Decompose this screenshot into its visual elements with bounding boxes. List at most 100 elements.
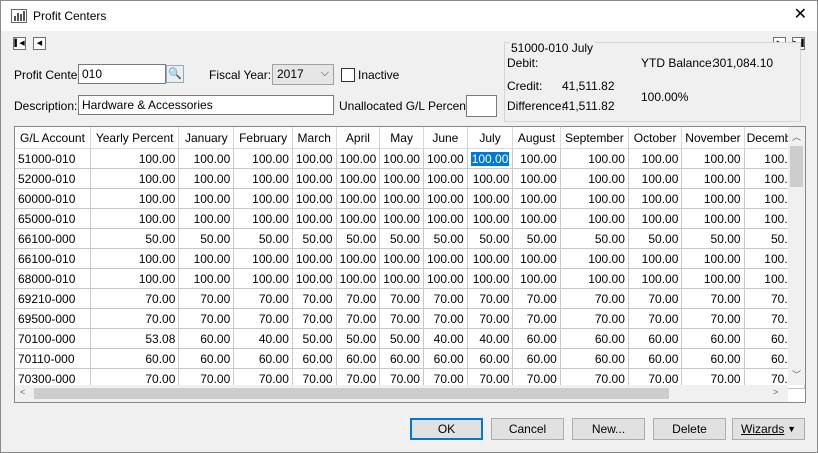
new-button[interactable]: New... <box>572 418 645 440</box>
percent-cell[interactable]: 50.00 <box>336 328 381 349</box>
table-row[interactable]: 66100-010 100.00 100.00 100.00 100.00 100.00 1… <box>15 248 805 269</box>
percent-cell[interactable]: 100.00 <box>233 168 293 189</box>
wizards-button[interactable]: Wizards ▼ <box>732 418 805 440</box>
delete-button[interactable]: Delete <box>653 418 726 440</box>
percent-cell[interactable]: 70.00 <box>90 288 180 309</box>
percent-cell[interactable]: 100.00 <box>379 168 424 189</box>
percent-cell[interactable]: 100.00 <box>379 248 424 269</box>
percent-cell[interactable]: 100.00 <box>178 208 235 229</box>
percent-cell[interactable]: 100.00 <box>90 208 180 229</box>
percent-cell[interactable]: 100.00 <box>90 168 180 189</box>
scroll-right-icon[interactable]: > <box>773 387 778 397</box>
percent-cell[interactable]: 100.00 <box>379 268 424 289</box>
column-header[interactable]: June <box>423 127 468 149</box>
scroll-left-icon[interactable]: < <box>20 387 25 397</box>
table-row[interactable]: 69210-000 70.00 70.00 70.00 70.00 70.00 70.00 7… <box>15 288 805 309</box>
table-row[interactable]: 70110-000 60.00 60.00 60.00 60.00 60.00 60.00 6… <box>15 348 805 369</box>
description-input[interactable]: Hardware & Accessories <box>78 95 334 115</box>
percent-cell[interactable]: 53.08 <box>90 328 180 349</box>
gl-account-cell[interactable]: 70100-000 <box>15 328 91 349</box>
percent-cell[interactable]: 50.00 <box>178 228 235 249</box>
percent-cell[interactable]: 100.00 <box>512 208 561 229</box>
column-header[interactable]: March <box>292 127 337 149</box>
gl-account-cell[interactable]: 69500-000 <box>15 308 91 329</box>
percent-cell[interactable]: 70.00 <box>292 308 337 329</box>
percent-cell[interactable]: 100.00 <box>512 168 561 189</box>
percent-cell[interactable]: 100.00 <box>233 248 293 269</box>
percent-cell[interactable]: 40.00 <box>233 328 293 349</box>
percent-cell[interactable]: 40.00 <box>423 328 468 349</box>
percent-cell[interactable]: 100.00 <box>178 148 235 169</box>
gl-account-cell[interactable]: 66100-000 <box>15 228 91 249</box>
percent-cell[interactable]: 100.00 <box>681 248 745 269</box>
percent-cell[interactable]: 50.00 <box>292 228 337 249</box>
column-header[interactable]: February <box>233 127 293 149</box>
percent-cell[interactable]: 50.00 <box>681 228 745 249</box>
first-record-button[interactable]: ▌◀ <box>13 37 26 50</box>
lookup-search-icon[interactable]: 🔍 <box>166 65 184 83</box>
percent-cell[interactable]: 100.00 <box>90 148 180 169</box>
selected-cell-text[interactable]: 100.00 <box>470 151 510 166</box>
percent-cell[interactable]: 70.00 <box>292 288 337 309</box>
column-header[interactable]: January <box>178 127 235 149</box>
gl-account-cell[interactable]: 69210-000 <box>15 288 91 309</box>
percent-cell[interactable]: 100.00 <box>336 248 381 269</box>
percent-cell[interactable]: 100.00 <box>292 148 337 169</box>
percent-cell[interactable]: 100.00 <box>292 208 337 229</box>
percent-cell[interactable]: 100.00 <box>379 148 424 169</box>
percent-cell[interactable]: 100.00 <box>628 268 683 289</box>
percent-cell[interactable]: 70.00 <box>233 308 293 329</box>
ok-button[interactable]: OK <box>410 418 483 440</box>
percent-cell[interactable]: 100.00 <box>628 148 683 169</box>
percent-cell[interactable]: 50.00 <box>233 228 293 249</box>
percent-cell[interactable]: 60.00 <box>178 348 235 369</box>
gl-account-cell[interactable]: 70110-000 <box>15 348 91 369</box>
percent-cell[interactable]: 100.00 <box>336 208 381 229</box>
percent-cell[interactable]: 70.00 <box>423 308 468 329</box>
table-row[interactable]: 60000-010 100.00 100.00 100.00 100.00 100.00 1… <box>15 188 805 209</box>
percent-cell[interactable]: 70.00 <box>681 308 745 329</box>
percent-cell[interactable]: 100.00 <box>681 208 745 229</box>
percent-cell[interactable]: 100.00 <box>178 268 235 289</box>
scroll-down-icon[interactable]: ﹀ <box>792 368 801 381</box>
percent-cell[interactable]: 70.00 <box>336 288 381 309</box>
table-row[interactable]: 52000-010 100.00 100.00 100.00 100.00 100.00 1… <box>15 168 805 189</box>
percent-cell[interactable]: 100.00 <box>467 148 514 169</box>
percent-cell[interactable]: 100.00 <box>292 168 337 189</box>
percent-cell[interactable]: 100.00 <box>628 188 683 209</box>
percent-cell[interactable]: 40.00 <box>467 328 514 349</box>
percent-cell[interactable]: 100.00 <box>512 148 561 169</box>
percent-cell[interactable]: 60.00 <box>423 348 468 369</box>
percent-cell[interactable]: 100.00 <box>423 148 468 169</box>
percent-cell[interactable]: 100.00 <box>292 188 337 209</box>
percent-cell[interactable]: 60.00 <box>512 348 561 369</box>
percent-cell[interactable]: 100.00 <box>90 268 180 289</box>
percent-cell[interactable]: 70.00 <box>379 288 424 309</box>
unallocated-input[interactable] <box>466 95 497 117</box>
inactive-checkbox[interactable] <box>341 68 355 82</box>
percent-cell[interactable]: 100.00 <box>233 148 293 169</box>
table-row[interactable]: 66100-000 50.00 50.00 50.00 50.00 50.00 50.00 5… <box>15 228 805 249</box>
percent-cell[interactable]: 100.00 <box>467 268 514 289</box>
allocation-grid[interactable]: G/L Account Yearly Percent January February… <box>14 126 806 403</box>
horizontal-scroll-thumb[interactable] <box>34 388 669 399</box>
gl-account-cell[interactable]: 65000-010 <box>15 208 91 229</box>
gl-account-cell[interactable]: 52000-010 <box>15 168 91 189</box>
gl-account-cell[interactable]: 51000-010 <box>15 148 91 169</box>
table-row[interactable]: 65000-010 100.00 100.00 100.00 100.00 100.00 1… <box>15 208 805 229</box>
percent-cell[interactable]: 70.00 <box>467 308 514 329</box>
percent-cell[interactable]: 100.00 <box>336 268 381 289</box>
percent-cell[interactable]: 100.00 <box>178 188 235 209</box>
percent-cell[interactable]: 60.00 <box>628 348 683 369</box>
percent-cell[interactable]: 100.00 <box>628 168 683 189</box>
percent-cell[interactable]: 100.00 <box>560 188 629 209</box>
percent-cell[interactable]: 100.00 <box>90 188 180 209</box>
percent-cell[interactable]: 60.00 <box>178 328 235 349</box>
percent-cell[interactable]: 100.00 <box>628 248 683 269</box>
percent-cell[interactable]: 100.00 <box>681 168 745 189</box>
percent-cell[interactable]: 70.00 <box>628 288 683 309</box>
column-header[interactable]: September <box>560 127 629 149</box>
percent-cell[interactable]: 60.00 <box>233 348 293 369</box>
percent-cell[interactable]: 60.00 <box>560 328 629 349</box>
percent-cell[interactable]: 50.00 <box>336 228 381 249</box>
